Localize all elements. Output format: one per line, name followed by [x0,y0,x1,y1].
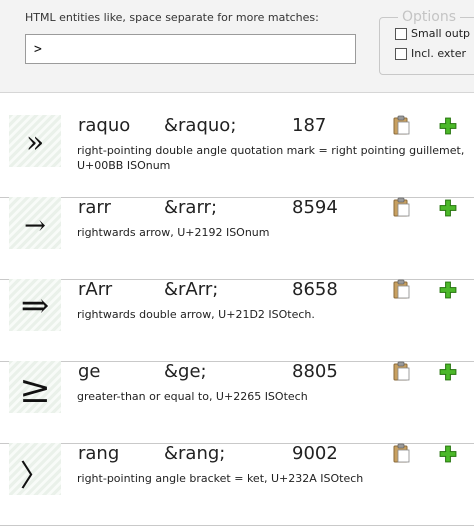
entity-description: right-pointing angle bracket = ket, U+23… [77,472,364,485]
entity-glyph-char: » [25,125,45,160]
add-button[interactable] [438,362,458,382]
plus-icon [439,445,457,463]
entity-number: 8805 [292,361,338,382]
entity-glyph-char: ⇒ [20,286,50,326]
small-output-checkbox[interactable] [395,27,407,40]
include-external-checkbox[interactable] [395,47,407,60]
entity-glyph-char: → [24,211,46,241]
entity-glyph: → [9,197,61,249]
copy-button[interactable] [393,443,411,463]
entity-row: 〉 rang &rang; 9002 right-pointing angle brac… [0,443,474,526]
entity-row: → rarr &rarr; 8594 rightwards arrow, U+2192 … [0,197,474,280]
entity-description: greater-than or equal to, U+2265 ISOtech [77,390,308,403]
copy-button[interactable] [393,361,411,381]
entity-glyph-char: ≥ [19,367,51,411]
entity-glyph: 〉 [9,443,61,495]
add-button[interactable] [438,198,458,218]
entity-row: » raquo &raquo; 187 right-pointing double an… [0,115,474,198]
entity-code: &rang; [164,443,226,464]
entity-number: 187 [292,115,327,136]
entity-description: rightwards arrow, U+2192 ISOnum [77,226,270,239]
search-label: HTML entities like, space separate for m… [25,11,319,24]
clipboard-icon [393,279,410,299]
clipboard-icon [393,115,410,135]
entity-row: ≥ ge &ge; 8805 greater-than or equal to, U+2… [0,361,474,444]
small-output-option[interactable]: Small outp [395,27,470,40]
options-legend: Options [398,9,461,25]
search-input[interactable] [25,34,356,64]
clipboard-icon [393,361,410,381]
include-external-label: Incl. exter [411,47,466,60]
include-external-option[interactable]: Incl. exter [395,47,466,60]
clipboard-icon [393,197,410,217]
entity-code: &ge; [164,361,207,382]
entity-number: 9002 [292,443,338,464]
entity-code: &raquo; [164,115,237,136]
entity-name: rarr [78,197,111,218]
entity-name: rang [78,443,120,464]
options-fieldset: Options Small outp Incl. exter [379,9,474,75]
add-button[interactable] [438,444,458,464]
entity-name: ge [78,361,101,382]
entity-code: &rarr; [164,197,218,218]
entity-number: 8658 [292,279,338,300]
plus-icon [439,363,457,381]
entity-name: rArr [78,279,113,300]
entity-number: 8594 [292,197,338,218]
copy-button[interactable] [393,279,411,299]
entity-name: raquo [78,115,131,136]
copy-button[interactable] [393,197,411,217]
entity-glyph: ≥ [9,361,61,413]
search-panel: HTML entities like, space separate for m… [0,0,474,93]
entity-description: right-pointing double angle quotation ma… [77,144,465,172]
clipboard-icon [393,443,410,463]
add-button[interactable] [438,280,458,300]
copy-button[interactable] [393,115,411,135]
entity-glyph-char: 〉 [20,459,50,494]
add-button[interactable] [438,116,458,136]
entity-code: &rArr; [164,279,219,300]
entity-glyph: » [9,115,61,167]
small-output-label: Small outp [411,27,471,40]
plus-icon [439,199,457,217]
entity-glyph: ⇒ [9,279,61,331]
plus-icon [439,281,457,299]
entity-description: rightwards double arrow, U+21D2 ISOtech. [77,308,315,321]
plus-icon [439,117,457,135]
entity-row: ⇒ rArr &rArr; 8658 rightwards double arrow, … [0,279,474,362]
